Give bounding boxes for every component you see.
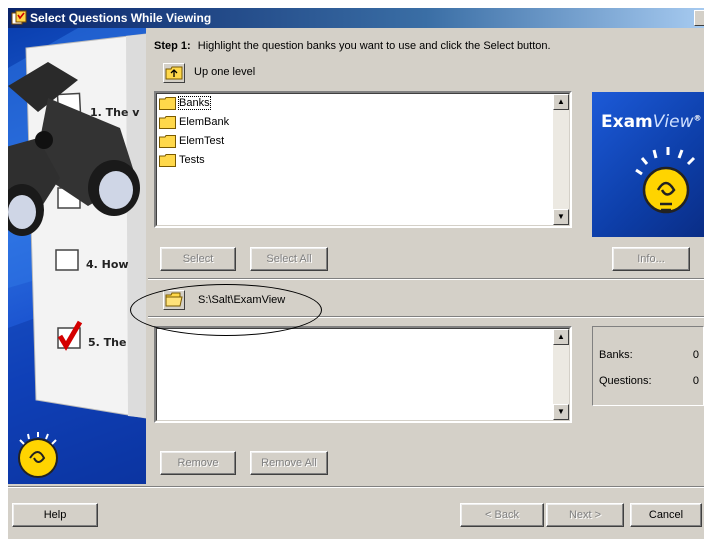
binoculars-illustration: 1. The v 3. Wh 4. How 5. The [8, 28, 146, 484]
footer-divider [8, 486, 704, 488]
select-all-button[interactable]: Select All [250, 247, 328, 271]
close-control[interactable] [694, 10, 704, 26]
info-button[interactable]: Info... [612, 247, 690, 271]
folder-up-icon [165, 66, 183, 80]
art-item-1: 1. The v [90, 106, 140, 119]
up-one-level-button[interactable] [163, 63, 185, 83]
stats-panel: Banks: 0 Questions: 0 [592, 326, 704, 406]
examview-logo: ExamView® [592, 92, 704, 237]
wizard-artwork: 1. The v 3. Wh 4. How 5. The [8, 28, 146, 484]
list-item-label: ElemBank [179, 116, 230, 128]
window-title: Select Questions While Viewing [30, 11, 212, 25]
scroll-up-icon[interactable]: ▲ [553, 329, 569, 345]
divider [148, 316, 704, 318]
art-item-5: 5. The [88, 336, 126, 349]
help-button[interactable]: Help [12, 503, 98, 527]
selected-scrollbar[interactable]: ▲ ▼ [553, 329, 569, 420]
step1-text: Highlight the question banks you want to… [197, 40, 551, 52]
selected-banks-list[interactable]: ▲ ▼ [154, 326, 572, 423]
question-banks-list[interactable]: Banks ElemBank ElemTest Tests ▲ ▼ [154, 91, 572, 228]
banks-count-label: Banks: [599, 349, 633, 361]
cancel-button[interactable]: Cancel [630, 503, 702, 527]
next-button[interactable]: Next > [546, 503, 624, 527]
remove-button[interactable]: Remove [160, 451, 236, 475]
step1-instruction: Step 1: Highlight the question banks you… [154, 40, 551, 52]
remove-all-button[interactable]: Remove All [250, 451, 328, 475]
questions-count-label: Questions: [599, 375, 652, 387]
banks-scrollbar[interactable]: ▲ ▼ [553, 94, 569, 225]
art-item-4: 4. How [86, 258, 129, 271]
folder-icon [159, 97, 176, 110]
current-path: S:\Salt\ExamView [198, 294, 286, 306]
dialog-window: Select Questions While Viewing 1. The v … [8, 8, 704, 539]
step1-label: Step 1: [154, 40, 191, 52]
list-item-label: Banks [178, 96, 211, 110]
questions-count-value: 0 [692, 375, 699, 387]
back-button[interactable]: < Back [460, 503, 544, 527]
folder-icon [159, 135, 176, 148]
folder-icon [159, 154, 176, 167]
app-icon [11, 10, 27, 25]
bulb-icon [635, 147, 696, 214]
list-item-label: ElemTest [179, 135, 225, 147]
folder-open-icon [165, 292, 183, 307]
up-one-level-label: Up one level [194, 66, 256, 78]
list-item-label: Tests [179, 154, 205, 166]
list-frame [156, 93, 570, 226]
scroll-down-icon[interactable]: ▼ [553, 404, 569, 420]
list-frame [156, 328, 570, 421]
title-bar[interactable]: Select Questions While Viewing [8, 8, 704, 28]
divider [148, 278, 704, 280]
select-button[interactable]: Select [160, 247, 236, 271]
scroll-down-icon[interactable]: ▼ [553, 209, 569, 225]
banks-count-value: 0 [692, 349, 699, 361]
path-folder-button[interactable] [163, 290, 185, 310]
scroll-up-icon[interactable]: ▲ [553, 94, 569, 110]
folder-icon [159, 116, 176, 129]
